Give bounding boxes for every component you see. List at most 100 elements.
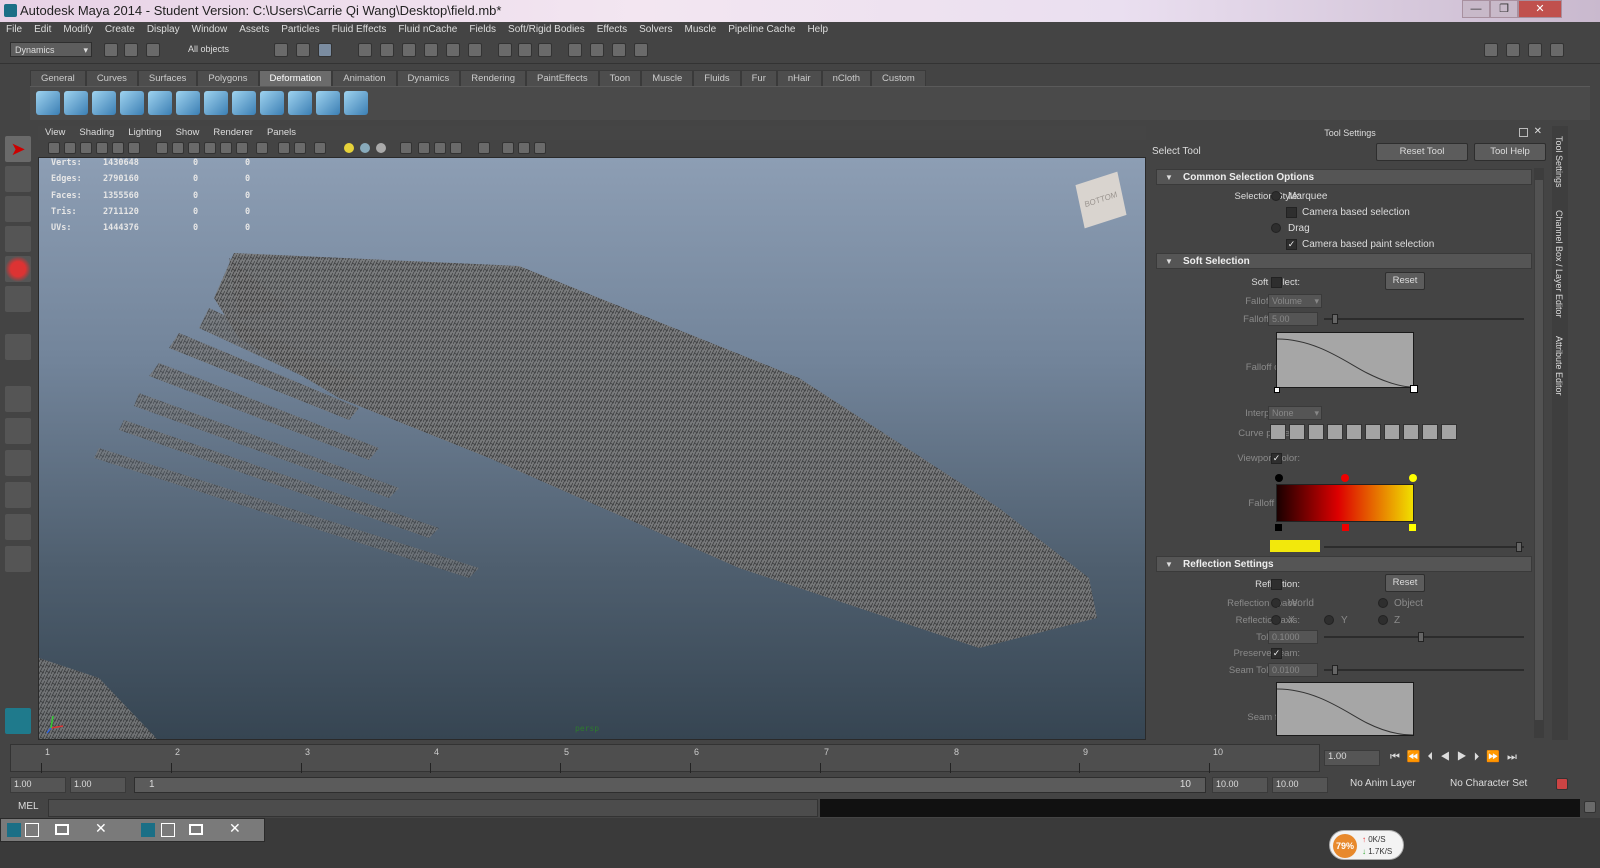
step-back-key-icon[interactable]: ⏪ (1407, 751, 1428, 763)
ipr-render-icon[interactable] (612, 43, 626, 57)
bookmark-icon[interactable] (80, 142, 92, 154)
ramp-marker-yellow[interactable] (1409, 524, 1416, 531)
falloff-radius-field[interactable]: 5.00 (1268, 312, 1318, 326)
menu-set-dropdown[interactable]: Dynamics ▾ (10, 42, 92, 57)
uv-layout-icon[interactable] (5, 546, 31, 572)
falloff-color-ramp[interactable] (1276, 484, 1414, 522)
viewport-menu-show[interactable]: Show (169, 126, 207, 140)
soft-select-checkbox[interactable] (1271, 277, 1282, 288)
close-window-icon[interactable]: ✕ (229, 820, 241, 837)
new-scene-icon[interactable] (104, 43, 118, 57)
curve-preset-8[interactable] (1403, 424, 1419, 440)
menu-fluid-effects[interactable]: Fluid Effects (326, 22, 393, 38)
default-light-icon[interactable] (344, 143, 354, 153)
falloff-radius-slider[interactable] (1324, 318, 1524, 320)
wireframe-on-shaded-icon[interactable] (294, 142, 306, 154)
seam-falloff-graph[interactable] (1276, 682, 1414, 736)
safe-title-icon[interactable] (220, 142, 232, 154)
snap-grid-icon[interactable] (358, 43, 372, 57)
ramp-marker-red[interactable] (1342, 524, 1349, 531)
range-slider[interactable]: 1 10 (134, 777, 1206, 793)
anti-alias-icon[interactable] (434, 142, 446, 154)
camera-attr-icon[interactable] (64, 142, 76, 154)
menu-display[interactable]: Display (141, 22, 186, 38)
camera-based-selection-checkbox[interactable] (1286, 207, 1297, 218)
live-surface-icon[interactable] (446, 43, 460, 57)
all-lights-icon[interactable] (360, 143, 370, 153)
render-settings-icon[interactable] (634, 43, 648, 57)
depth-of-field-icon[interactable] (450, 142, 462, 154)
curve-preset-5[interactable] (1346, 424, 1362, 440)
falloff-mode-dropdown[interactable]: Volume ▾ (1268, 294, 1322, 308)
menu-file[interactable]: File (0, 22, 28, 38)
safe-action-icon[interactable] (204, 142, 216, 154)
xray-joints-icon[interactable] (502, 142, 514, 154)
seam-tolerance-field[interactable]: 0.0100 (1268, 663, 1318, 677)
menu-create[interactable]: Create (99, 22, 141, 38)
shelf-tab-polygons[interactable]: Polygons (197, 70, 259, 86)
channel-box-toggle-icon[interactable] (1550, 43, 1564, 57)
maximize-window-icon[interactable] (55, 824, 69, 835)
shelf-tab-animation[interactable]: Animation (332, 70, 397, 86)
shelf-tab-custom[interactable]: Custom (871, 70, 926, 86)
select-object-icon[interactable] (296, 43, 310, 57)
color-stop-yellow[interactable] (1409, 474, 1417, 482)
shelf-tab-general[interactable]: General (30, 70, 86, 86)
select-tool-icon[interactable]: ➤ (5, 136, 31, 162)
graph-layout-icon[interactable] (5, 482, 31, 508)
color-slider[interactable] (1324, 546, 1524, 548)
interpolation-dropdown[interactable]: None ▾ (1268, 406, 1322, 420)
hud-toggle-icon[interactable] (236, 142, 248, 154)
uv-editor-icon[interactable] (534, 142, 546, 154)
shelf-tab-ncloth[interactable]: nCloth (821, 70, 872, 86)
viewport-color-checkbox[interactable]: ✓ (1271, 453, 1282, 464)
snap-point-icon[interactable] (402, 43, 416, 57)
sculpt-icon[interactable] (260, 91, 284, 115)
menu-modify[interactable]: Modify (57, 22, 98, 38)
xray-active-icon[interactable] (518, 142, 530, 154)
section-soft-selection[interactable]: Soft Selection (1156, 253, 1532, 269)
menu-muscle[interactable]: Muscle (679, 22, 723, 38)
network-speed-widget[interactable]: 79% ↑ 0K/S ↓ 1.7K/S (1329, 830, 1404, 860)
side-tab-tool-settings[interactable]: Tool Settings (1554, 136, 1564, 188)
curve-preset-9[interactable] (1422, 424, 1438, 440)
viewport-menu-view[interactable]: View (38, 126, 72, 140)
side-tab-channel-box[interactable]: Channel Box / Layer Editor (1554, 210, 1564, 318)
float-panel-icon[interactable] (1519, 128, 1528, 137)
film-gate-icon[interactable] (128, 142, 140, 154)
menu-window[interactable]: Window (186, 22, 234, 38)
menu-help[interactable]: Help (801, 22, 834, 38)
section-common-selection[interactable]: Common Selection Options (1156, 169, 1532, 185)
menu-particles[interactable]: Particles (275, 22, 325, 38)
reflection-checkbox[interactable] (1271, 579, 1282, 590)
curve-preset-3[interactable] (1308, 424, 1324, 440)
viewport-menu-lighting[interactable]: Lighting (121, 126, 168, 140)
camera-based-paint-checkbox[interactable]: ✓ (1286, 239, 1297, 250)
step-back-icon[interactable]: ⏴ (1428, 751, 1441, 763)
axis-y-radio[interactable] (1324, 615, 1334, 625)
menu-edit[interactable]: Edit (28, 22, 57, 38)
shelf-tab-muscle[interactable]: Muscle (641, 70, 694, 86)
curve-preset-1[interactable] (1270, 424, 1286, 440)
history-icon[interactable] (468, 43, 482, 57)
restore-icon[interactable] (161, 823, 175, 837)
menu-pipeline-cache[interactable]: Pipeline Cache (722, 22, 801, 38)
curve-preset-4[interactable] (1327, 424, 1343, 440)
play-forward-icon[interactable]: ▶ (1457, 751, 1474, 763)
reset-tool-button[interactable]: Reset Tool (1376, 143, 1468, 161)
save-scene-icon[interactable] (146, 43, 160, 57)
isolate-select-icon[interactable] (478, 142, 490, 154)
scrollbar-thumb[interactable] (1535, 180, 1543, 720)
anim-layer-dropdown[interactable]: No Anim Layer (1350, 778, 1416, 789)
curve-preset-10[interactable] (1441, 424, 1457, 440)
shelf-tab-curves[interactable]: Curves (85, 70, 138, 86)
layout-icon[interactable] (1484, 43, 1498, 57)
maximize-button[interactable]: ❐ (1490, 0, 1518, 18)
side-tab-attribute-editor[interactable]: Attribute Editor (1554, 336, 1564, 396)
maximize-window-icon[interactable] (189, 824, 203, 835)
preserve-seam-checkbox[interactable]: ✓ (1271, 648, 1282, 659)
time-slider[interactable]: 1 2 3 4 5 6 7 8 9 10 (10, 744, 1320, 773)
image-plane-icon[interactable] (96, 142, 108, 154)
last-tool-icon[interactable] (5, 334, 31, 360)
outliner-layout-icon[interactable] (5, 450, 31, 476)
